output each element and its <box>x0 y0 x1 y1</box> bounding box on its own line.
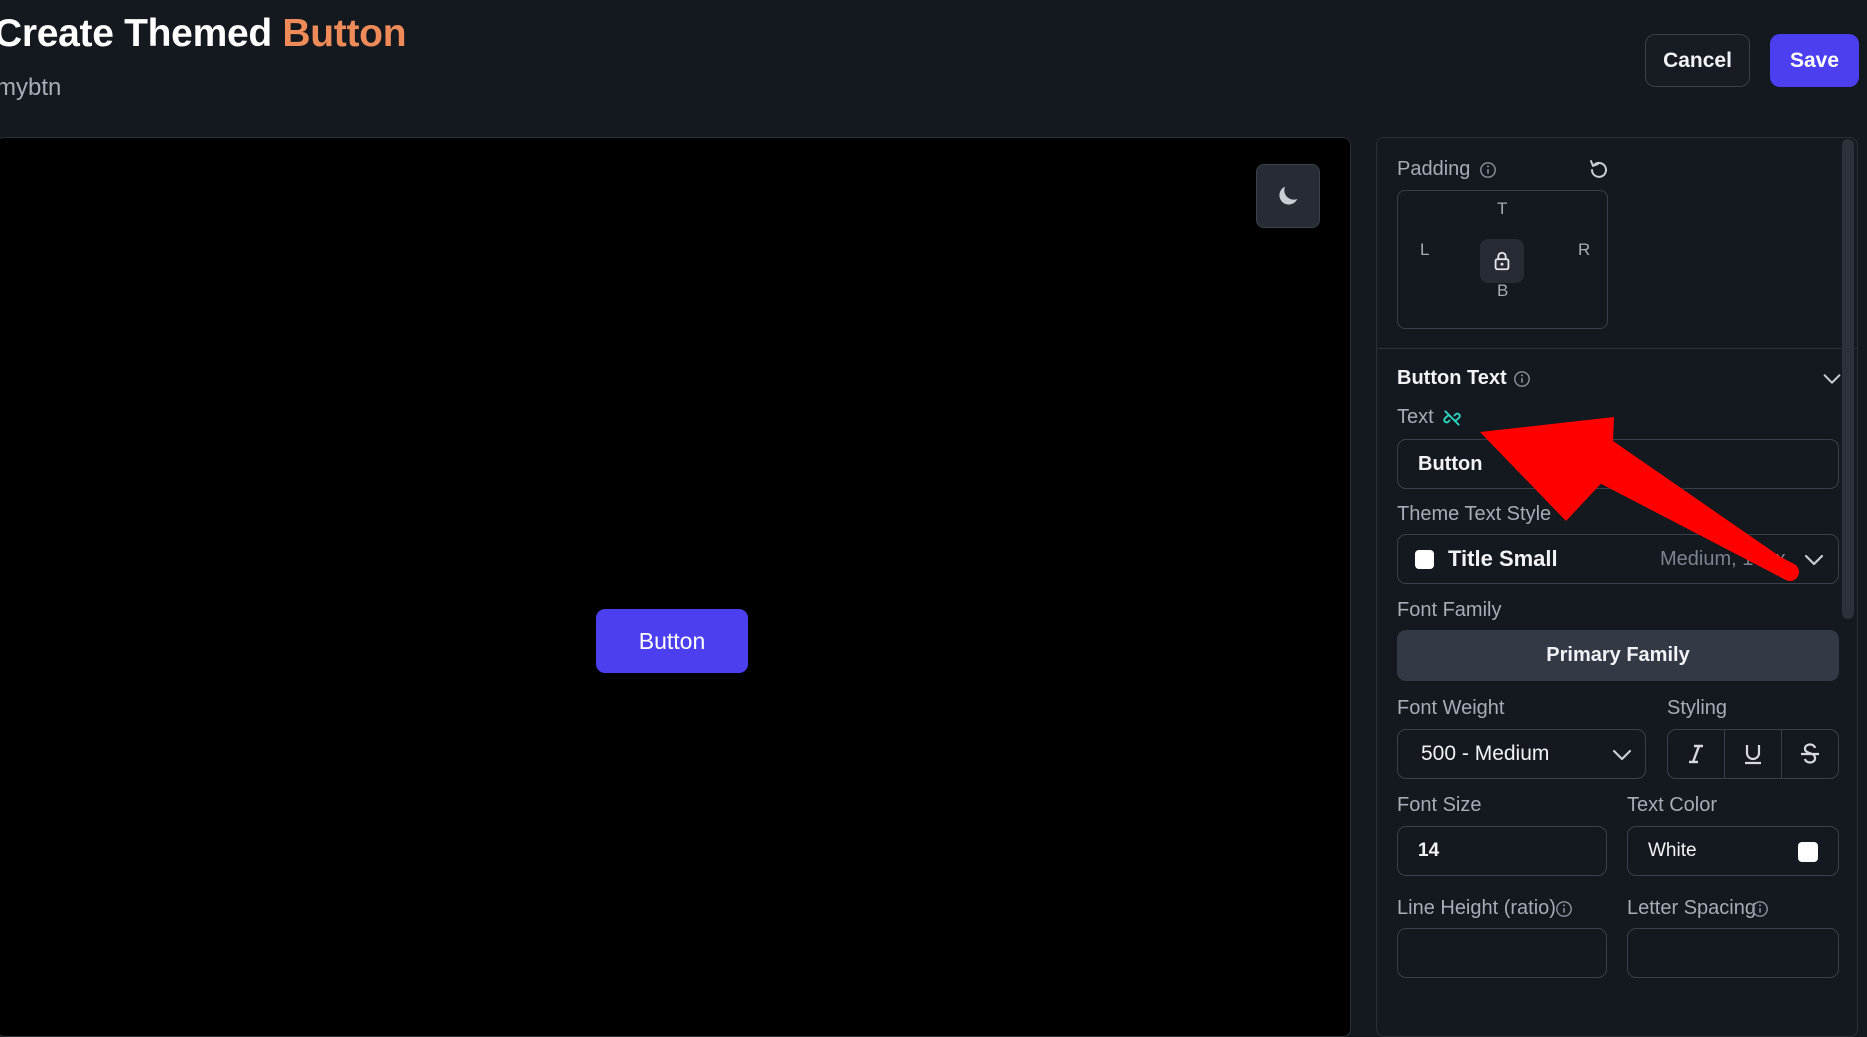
theme-text-style-select[interactable]: Title Small Medium, 14px <box>1397 534 1839 584</box>
padding-info-icon[interactable] <box>1479 161 1497 179</box>
theme-text-style-value: Title Small <box>1448 546 1558 571</box>
page-subtitle: mybtn <box>0 74 62 101</box>
preview-button[interactable]: Button <box>596 609 748 673</box>
button-text-section-title[interactable]: Button Text <box>1397 367 1507 390</box>
moon-icon <box>1279 186 1298 205</box>
properties-panel: Padding T L R B Button Text Text Button … <box>1376 137 1858 1037</box>
line-height-input[interactable] <box>1397 928 1607 978</box>
text-color-value: White <box>1648 840 1697 861</box>
underline-icon <box>1745 745 1761 765</box>
letter-spacing-label: Letter Spacing <box>1627 897 1756 919</box>
font-size-label: Font Size <box>1397 794 1482 816</box>
chevron-down-icon <box>1804 554 1824 566</box>
chevron-down-icon <box>1612 749 1632 761</box>
panel-scrollbar[interactable] <box>1842 139 1854 619</box>
page-title-prefix: Create Themed <box>0 12 272 55</box>
styling-toggle-group <box>1667 729 1839 779</box>
button-text-input[interactable]: Button <box>1397 439 1839 489</box>
theme-text-style-label: Theme Text Style <box>1397 503 1552 525</box>
font-size-input[interactable]: 14 <box>1397 826 1607 876</box>
padding-top[interactable]: T <box>1497 199 1507 219</box>
style-swatch <box>1415 550 1434 569</box>
padding-editor: T L R B <box>1397 190 1608 329</box>
text-color-label: Text Color <box>1627 794 1718 816</box>
font-weight-value: 500 - Medium <box>1421 742 1550 765</box>
theme-toggle-button[interactable] <box>1256 164 1320 228</box>
italic-button[interactable] <box>1668 730 1725 778</box>
font-family-label: Font Family <box>1397 599 1502 621</box>
padding-bottom[interactable]: B <box>1497 281 1508 301</box>
letter-spacing-info-icon[interactable] <box>1751 900 1769 918</box>
letter-spacing-input[interactable] <box>1627 928 1839 978</box>
page-title: Create Themed Button <box>0 12 407 56</box>
strikethrough-icon <box>1801 743 1819 764</box>
line-height-label: Line Height (ratio) <box>1397 897 1556 919</box>
button-text-info-icon[interactable] <box>1513 370 1531 388</box>
section-divider <box>1377 348 1857 349</box>
styling-label: Styling <box>1667 697 1728 719</box>
strikethrough-button[interactable] <box>1782 730 1838 778</box>
preview-canvas: Button <box>0 137 1351 1037</box>
padding-label: Padding <box>1397 158 1471 180</box>
font-weight-label: Font Weight <box>1397 697 1505 719</box>
lock-icon <box>1494 251 1510 271</box>
text-color-swatch <box>1798 842 1818 862</box>
save-button[interactable]: Save <box>1770 34 1859 87</box>
underline-button[interactable] <box>1725 730 1782 778</box>
padding-left[interactable]: L <box>1420 240 1429 260</box>
page-title-accent: Button <box>282 12 407 55</box>
text-label: Text <box>1397 406 1434 428</box>
line-height-info-icon[interactable] <box>1555 900 1573 918</box>
padding-lock-button[interactable] <box>1480 239 1524 283</box>
italic-icon <box>1689 744 1703 764</box>
cancel-button[interactable]: Cancel <box>1645 34 1750 87</box>
padding-right[interactable]: R <box>1578 240 1590 260</box>
chevron-down-icon[interactable] <box>1821 368 1843 390</box>
theme-text-style-meta: Medium, 14px <box>1660 548 1786 570</box>
unlink-icon[interactable] <box>1442 408 1462 428</box>
font-family-primary-button[interactable]: Primary Family <box>1397 630 1839 681</box>
text-color-picker[interactable]: White <box>1627 826 1839 876</box>
font-weight-select[interactable]: 500 - Medium <box>1397 729 1646 779</box>
reset-icon[interactable] <box>1587 158 1611 182</box>
